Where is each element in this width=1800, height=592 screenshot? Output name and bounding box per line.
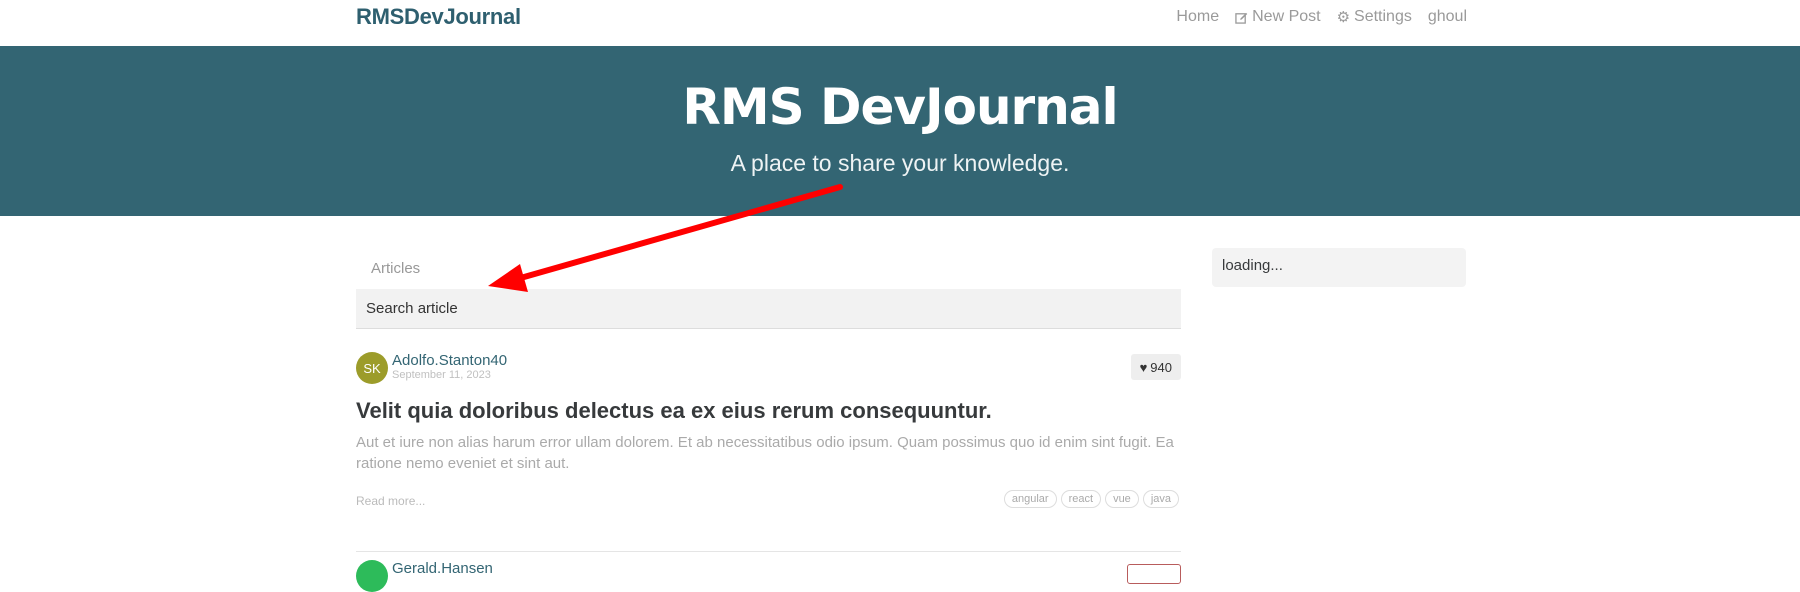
article-date: September 11, 2023 <box>392 369 491 381</box>
avatar[interactable]: SK <box>356 352 388 384</box>
nav-settings-label: Settings <box>1354 8 1412 25</box>
author-link[interactable]: Gerald.Hansen <box>392 560 493 577</box>
heart-icon: ♥ <box>1139 359 1148 375</box>
nav-new-post-label: New Post <box>1252 8 1321 25</box>
article-title[interactable]: Velit quia doloribus delectus ea ex eius… <box>356 398 992 424</box>
favorite-button[interactable] <box>1127 564 1181 584</box>
author-link[interactable]: Adolfo.Stanton40 <box>392 352 507 369</box>
hero-banner: RMS DevJournal A place to share your kno… <box>0 46 1800 216</box>
article-preview: SK Adolfo.Stanton40 September 11, 2023 ♥… <box>356 352 1181 552</box>
tag-pill[interactable]: react <box>1060 490 1102 508</box>
sidebar-loading-text: loading... <box>1222 257 1283 274</box>
gear-icon: ⚙ <box>1336 9 1351 26</box>
nav-new-post-link[interactable]: New Post <box>1227 8 1328 26</box>
read-more-link[interactable]: Read more... <box>356 494 425 508</box>
nav-links: Home New Post ⚙ Settings ghoul <box>1168 8 1467 26</box>
tag-list: angular react vue java <box>1003 490 1179 508</box>
banner-subtitle: A place to share your knowledge. <box>730 150 1070 176</box>
popular-tags-sidebar: loading... <box>1212 248 1466 287</box>
edit-icon <box>1235 12 1248 24</box>
top-navbar: RMSDevJournal Home New Post ⚙ Settings g… <box>0 0 1800 46</box>
search-input[interactable] <box>356 289 1181 329</box>
nav-profile-link[interactable]: ghoul <box>1420 8 1467 26</box>
favorite-button[interactable]: ♥ 940 <box>1130 354 1181 380</box>
favorite-count: 940 <box>1150 359 1172 375</box>
nav-profile-label: ghoul <box>1427 8 1467 25</box>
avatar-initials: SK <box>363 360 381 376</box>
nav-home-label: Home <box>1176 8 1220 25</box>
tag-pill[interactable]: vue <box>1105 490 1139 508</box>
nav-settings-link[interactable]: ⚙ Settings <box>1329 8 1420 26</box>
tab-articles[interactable]: Articles <box>371 260 420 277</box>
tag-pill[interactable]: angular <box>1003 490 1057 508</box>
tag-pill[interactable]: java <box>1142 490 1179 508</box>
banner-title: RMS DevJournal <box>682 78 1118 136</box>
main-feed: Articles SK Adolfo.Stanton40 September 1… <box>356 216 1181 592</box>
nav-home-link[interactable]: Home <box>1168 8 1227 26</box>
article-description: Aut et iure non alias harum error ullam … <box>356 434 1174 472</box>
brand-logo[interactable]: RMSDevJournal <box>356 4 521 30</box>
avatar[interactable] <box>356 560 388 592</box>
